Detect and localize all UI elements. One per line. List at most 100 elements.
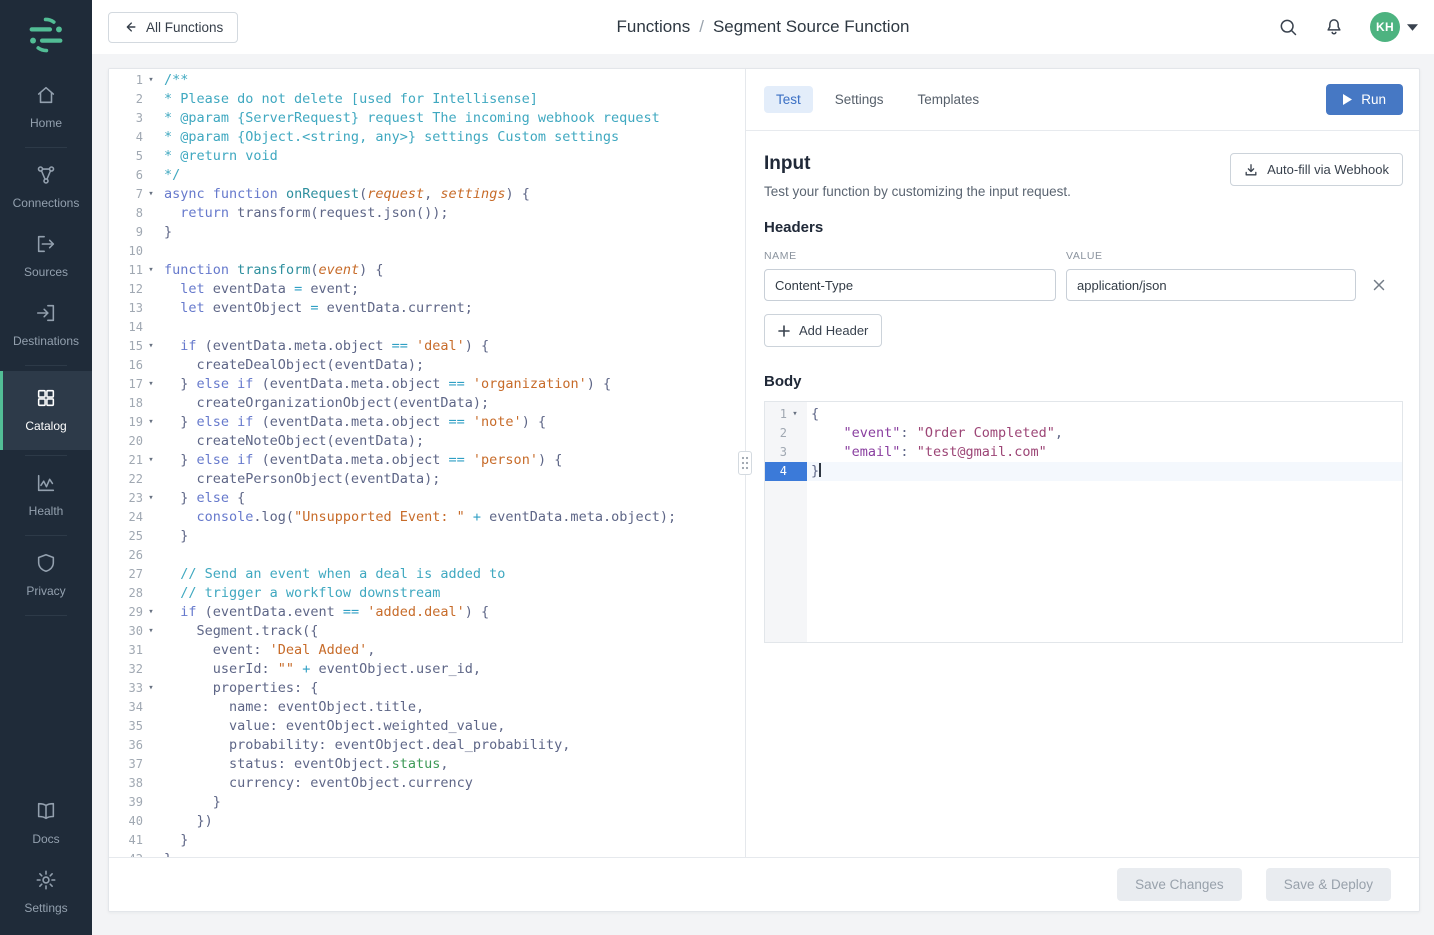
code-line[interactable]: 15▾ if (eventData.meta.object == 'deal')… — [109, 337, 745, 356]
line-gutter[interactable]: 26 — [109, 546, 164, 565]
fold-caret-icon[interactable]: ▾ — [143, 261, 159, 280]
code-line[interactable]: 22 createPersonObject(eventData); — [109, 470, 745, 489]
code-line[interactable]: 14 — [109, 318, 745, 337]
fold-caret-icon[interactable]: ▾ — [143, 71, 159, 90]
code-line[interactable]: 27 // Send an event when a deal is added… — [109, 565, 745, 584]
code-line[interactable]: 18 createOrganizationObject(eventData); — [109, 394, 745, 413]
code-line[interactable]: 9} — [109, 223, 745, 242]
user-menu[interactable]: KH — [1370, 12, 1418, 42]
line-gutter[interactable]: 29▾ — [109, 603, 164, 622]
line-gutter[interactable]: 10 — [109, 242, 164, 261]
line-gutter[interactable]: 18 — [109, 394, 164, 413]
breadcrumb-parent[interactable]: Functions — [617, 17, 691, 36]
line-gutter[interactable]: 38 — [109, 774, 164, 793]
line-gutter[interactable]: 31 — [109, 641, 164, 660]
code-line[interactable]: 3* @param {ServerRequest} request The in… — [109, 109, 745, 128]
line-gutter[interactable]: 1▾ — [109, 71, 164, 90]
code-line[interactable]: 8 return transform(request.json()); — [109, 204, 745, 223]
sidebar-item-home[interactable]: Home — [0, 73, 92, 142]
code-line[interactable]: 32 userId: "" + eventObject.user_id, — [109, 660, 745, 679]
code-line[interactable]: 30▾ Segment.track({ — [109, 622, 745, 641]
sidebar-item-catalog[interactable]: Catalog — [0, 371, 92, 450]
line-gutter[interactable]: 41 — [109, 831, 164, 850]
fold-caret-icon[interactable]: ▾ — [143, 679, 159, 698]
code-line[interactable]: 35 value: eventObject.weighted_value, — [109, 717, 745, 736]
code-line[interactable]: 5* @return void — [109, 147, 745, 166]
line-gutter[interactable]: 35 — [109, 717, 164, 736]
search-icon[interactable] — [1278, 17, 1298, 37]
sidebar-item-health[interactable]: Health — [0, 461, 92, 530]
code-line[interactable]: 2 "event": "Order Completed", — [765, 424, 1402, 443]
line-gutter[interactable]: 36 — [109, 736, 164, 755]
line-gutter[interactable]: 34 — [109, 698, 164, 717]
fold-caret-icon[interactable]: ▾ — [143, 413, 159, 432]
code-line[interactable]: 3 "email": "test@gmail.com" — [765, 443, 1402, 462]
line-gutter[interactable]: 17▾ — [109, 375, 164, 394]
code-line[interactable]: 17▾ } else if (eventData.meta.object == … — [109, 375, 745, 394]
sidebar-item-connections[interactable]: Connections — [0, 153, 92, 222]
code-line[interactable]: 12 let eventData = event; — [109, 280, 745, 299]
code-line[interactable]: 2* Please do not delete [used for Intell… — [109, 90, 745, 109]
save-deploy-button[interactable]: Save & Deploy — [1266, 868, 1391, 901]
code-line[interactable]: 37 status: eventObject.status, — [109, 755, 745, 774]
code-line[interactable]: 42} — [109, 850, 745, 857]
fold-caret-icon[interactable]: ▾ — [143, 489, 159, 508]
line-gutter[interactable]: 1▾ — [765, 405, 807, 424]
code-line[interactable]: 28 // trigger a workflow downstream — [109, 584, 745, 603]
code-line[interactable]: 25 } — [109, 527, 745, 546]
line-gutter[interactable]: 37 — [109, 755, 164, 774]
line-gutter[interactable]: 32 — [109, 660, 164, 679]
sidebar-item-sources[interactable]: Sources — [0, 222, 92, 291]
line-gutter[interactable]: 23▾ — [109, 489, 164, 508]
remove-header-button[interactable] — [1371, 277, 1387, 293]
run-button[interactable]: Run — [1326, 84, 1403, 115]
code-line[interactable]: 21▾ } else if (eventData.meta.object == … — [109, 451, 745, 470]
code-line[interactable]: 6*/ — [109, 166, 745, 185]
autofill-webhook-button[interactable]: Auto-fill via Webhook — [1230, 153, 1403, 186]
line-gutter[interactable]: 21▾ — [109, 451, 164, 470]
tab-templates[interactable]: Templates — [906, 86, 992, 113]
header-value-input[interactable] — [1066, 269, 1356, 301]
line-gutter[interactable]: 4 — [765, 462, 807, 481]
line-gutter[interactable]: 9 — [109, 223, 164, 242]
code-line[interactable]: 31 event: 'Deal Added', — [109, 641, 745, 660]
all-functions-back-button[interactable]: All Functions — [108, 12, 238, 43]
code-line[interactable]: 29▾ if (eventData.event == 'added.deal')… — [109, 603, 745, 622]
body-editor[interactable]: 1▾{2 "event": "Order Completed",3 "email… — [764, 401, 1403, 643]
fold-caret-icon[interactable]: ▾ — [143, 603, 159, 622]
line-gutter[interactable]: 6 — [109, 166, 164, 185]
sidebar-item-docs[interactable]: Docs — [0, 789, 92, 858]
code-line[interactable]: 20 createNoteObject(eventData); — [109, 432, 745, 451]
code-line[interactable]: 40 }) — [109, 812, 745, 831]
code-line[interactable]: 19▾ } else if (eventData.meta.object == … — [109, 413, 745, 432]
sidebar-item-destinations[interactable]: Destinations — [0, 291, 92, 360]
code-line[interactable]: 41 } — [109, 831, 745, 850]
fold-caret-icon[interactable]: ▾ — [787, 405, 803, 424]
sidebar-item-settings[interactable]: Settings — [0, 858, 92, 927]
line-gutter[interactable]: 3 — [765, 443, 807, 462]
line-gutter[interactable]: 3 — [109, 109, 164, 128]
code-line[interactable]: 1▾/** — [109, 71, 745, 90]
code-line[interactable]: 4* @param {Object.<string, any>} setting… — [109, 128, 745, 147]
code-line[interactable]: 24 console.log("Unsupported Event: " + e… — [109, 508, 745, 527]
line-gutter[interactable]: 39 — [109, 793, 164, 812]
avatar[interactable]: KH — [1370, 12, 1400, 42]
code-line[interactable]: 4} — [765, 462, 1402, 481]
line-gutter[interactable]: 16 — [109, 356, 164, 375]
code-line[interactable]: 7▾async function onRequest(request, sett… — [109, 185, 745, 204]
code-line[interactable]: 34 name: eventObject.title, — [109, 698, 745, 717]
fold-caret-icon[interactable]: ▾ — [143, 451, 159, 470]
line-gutter[interactable]: 8 — [109, 204, 164, 223]
line-gutter[interactable]: 4 — [109, 128, 164, 147]
line-gutter[interactable]: 15▾ — [109, 337, 164, 356]
line-gutter[interactable]: 11▾ — [109, 261, 164, 280]
notifications-bell-icon[interactable] — [1324, 17, 1344, 37]
code-line[interactable]: 13 let eventObject = eventData.current; — [109, 299, 745, 318]
line-gutter[interactable]: 40 — [109, 812, 164, 831]
line-gutter[interactable]: 22 — [109, 470, 164, 489]
fold-caret-icon[interactable]: ▾ — [143, 185, 159, 204]
code-line[interactable]: 36 probability: eventObject.deal_probabi… — [109, 736, 745, 755]
line-gutter[interactable]: 28 — [109, 584, 164, 603]
code-line[interactable]: 39 } — [109, 793, 745, 812]
code-line[interactable]: 1▾{ — [765, 405, 1402, 424]
